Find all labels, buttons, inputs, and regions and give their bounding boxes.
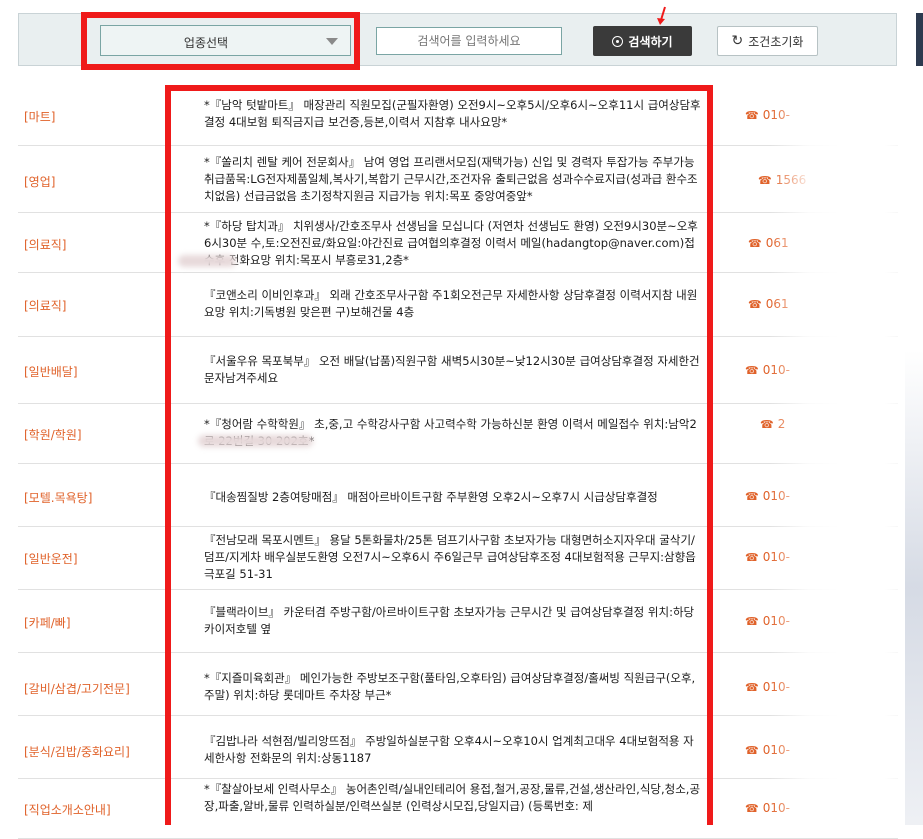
refresh-icon: ↻ [731, 33, 744, 49]
listing-category[interactable]: [의료직] [24, 236, 66, 253]
phone-icon: ☎ [748, 237, 762, 250]
search-button-label: 검색하기 [628, 34, 673, 49]
listing-category[interactable]: [학원/학원] [24, 426, 82, 443]
phone-icon: ☎ [745, 364, 759, 377]
phone-icon: ☎ [745, 802, 759, 815]
reset-button-label: 조건초기화 [748, 34, 804, 49]
phone-icon: ☎ [745, 551, 759, 564]
listing-category[interactable]: [갈비/삼겹/고기전문] [24, 680, 130, 697]
listing-category[interactable]: [일반운전] [24, 550, 78, 567]
listing-category[interactable]: [마트] [24, 108, 55, 125]
phone-icon: ☎ [745, 681, 759, 694]
redaction-overlay [770, 70, 923, 825]
listing-category[interactable]: [카페/빠] [24, 614, 71, 631]
listing-category[interactable]: [일반배달] [24, 363, 78, 380]
listing-category[interactable]: [의료직] [24, 297, 66, 314]
side-panel-edge [916, 13, 923, 66]
phone-icon: ☎ [745, 109, 759, 122]
search-input[interactable] [376, 27, 562, 55]
listing-category[interactable]: [영업] [24, 173, 55, 190]
phone-icon: ☎ [745, 490, 759, 503]
phone-icon: ☎ [745, 744, 759, 757]
listing-category[interactable]: [분식/김밥/중화요리] [24, 743, 130, 760]
listing-category[interactable]: [직업소개소안내] [24, 801, 111, 818]
highlight-box-category [81, 12, 360, 70]
listing-category[interactable]: [모텔.목욕탕] [24, 489, 92, 506]
phone-icon: ☎ [748, 298, 762, 311]
arrow-annotation-icon [657, 6, 666, 25]
search-icon [612, 35, 624, 47]
phone-icon: ☎ [745, 615, 759, 628]
reset-button[interactable]: ↻ 조건초기화 [717, 26, 818, 56]
highlight-box-listings [165, 85, 713, 825]
search-button[interactable]: 검색하기 [593, 26, 692, 56]
scroll-edge-shadow [905, 350, 923, 825]
